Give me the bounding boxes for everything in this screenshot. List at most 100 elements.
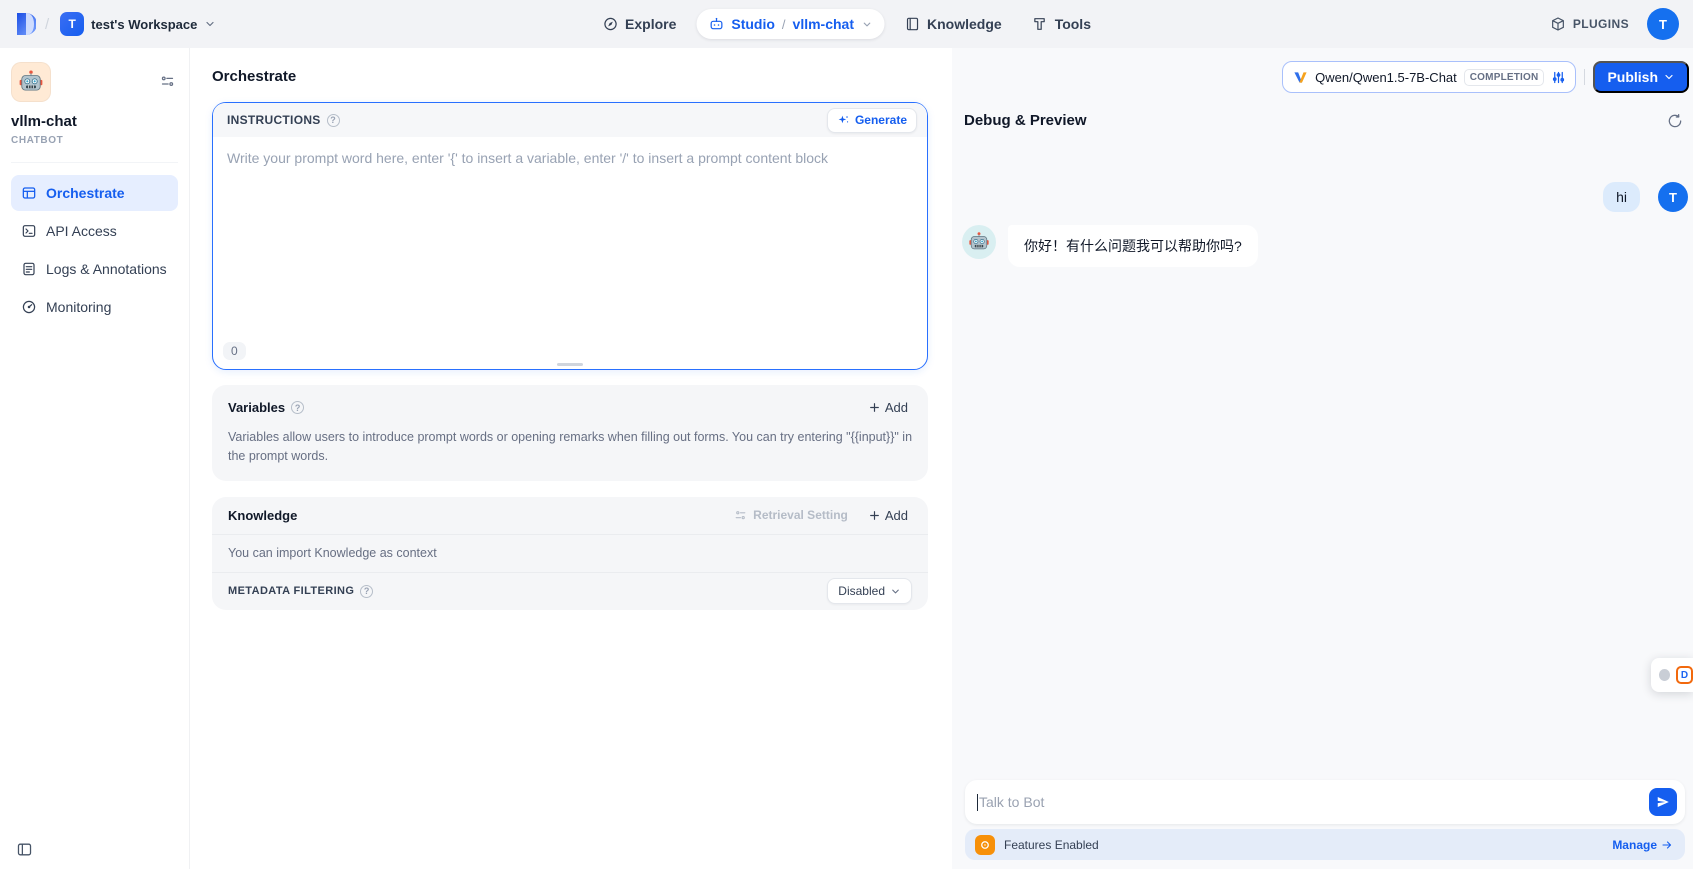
- chevron-down-icon: [204, 18, 216, 30]
- add-knowledge-button[interactable]: Add: [864, 505, 912, 526]
- account-avatar[interactable]: T: [1647, 8, 1679, 40]
- orchestrate-icon: [21, 185, 37, 201]
- chevron-down-icon: [861, 19, 872, 30]
- manage-features-link[interactable]: Manage: [1612, 838, 1673, 852]
- knowledge-description: You can import Knowledge as context: [228, 546, 437, 560]
- plugins-icon: [1550, 16, 1566, 32]
- debug-title: Debug & Preview: [964, 112, 1087, 129]
- arrow-right-icon: [1661, 839, 1673, 851]
- collapse-sidebar-icon[interactable]: [11, 836, 37, 862]
- sparkles-icon: [837, 114, 850, 127]
- app-type-badge: CHATBOT: [11, 135, 178, 146]
- metadata-filtering-title: METADATA FILTERING: [228, 585, 354, 597]
- sidebar-item-monitoring[interactable]: Monitoring: [11, 289, 178, 325]
- nav-studio-current-app[interactable]: Studio / vllm-chat: [696, 9, 884, 39]
- nav-knowledge[interactable]: Knowledge: [894, 9, 1012, 39]
- retrieval-setting-button[interactable]: Retrieval Setting: [734, 508, 848, 522]
- path-separator: /: [45, 16, 49, 33]
- metadata-filtering-value: Disabled: [838, 584, 885, 598]
- prompt-editor-input[interactable]: Write your prompt word here, enter '{' t…: [213, 137, 927, 337]
- instructions-editor: INSTRUCTIONS ? Generate Write your promp…: [212, 102, 928, 370]
- terminal-icon: [21, 223, 37, 239]
- dify-logo: [14, 11, 36, 37]
- nav-studio-label: Studio: [731, 16, 775, 32]
- features-icon: [975, 835, 995, 855]
- app-sidebar: vllm-chat CHATBOT Orchestrate API Access…: [0, 48, 190, 869]
- knowledge-title-wrap: Knowledge: [228, 508, 297, 523]
- knowledge-icon: [904, 16, 920, 32]
- plus-icon: [868, 401, 881, 414]
- user-avatar: T: [1658, 182, 1688, 212]
- chat-input[interactable]: [979, 794, 1649, 810]
- sidebar-item-label: Logs & Annotations: [46, 261, 167, 277]
- retrieval-sliders-icon: [734, 509, 747, 522]
- app-name: vllm-chat: [11, 113, 178, 130]
- knowledge-header: Knowledge Retrieval Setting Add: [212, 497, 928, 534]
- chat-message-user: hi T: [962, 182, 1689, 212]
- instructions-title: INSTRUCTIONS: [227, 113, 321, 127]
- features-bar: Features Enabled Manage: [965, 829, 1685, 860]
- app-operations-icon[interactable]: [160, 74, 175, 89]
- vllm-logo-icon: [1293, 70, 1308, 85]
- nav-tools[interactable]: Tools: [1022, 9, 1101, 39]
- sidebar-item-api-access[interactable]: API Access: [11, 213, 178, 249]
- variables-title-wrap: Variables ?: [228, 400, 304, 415]
- instructions-title-wrap: INSTRUCTIONS ?: [227, 113, 340, 127]
- model-mode-badge: COMPLETION: [1464, 69, 1545, 86]
- add-knowledge-label: Add: [885, 508, 908, 523]
- help-icon: ?: [327, 114, 340, 127]
- add-variable-label: Add: [885, 400, 908, 415]
- sidebar-item-orchestrate[interactable]: Orchestrate: [11, 175, 178, 211]
- chevron-down-icon: [890, 586, 901, 597]
- logs-icon: [21, 261, 37, 277]
- plugins-label: PLUGINS: [1573, 17, 1629, 31]
- resize-handle[interactable]: [557, 363, 583, 366]
- assistant-message-bubble: 你好！有什么问题我可以帮助你吗?: [1008, 225, 1258, 267]
- publish-button[interactable]: Publish: [1593, 61, 1689, 93]
- metadata-filtering-row: METADATA FILTERING ? Disabled: [212, 573, 928, 610]
- bot-avatar: [962, 225, 996, 259]
- publish-label: Publish: [1607, 69, 1658, 85]
- sidebar-nav: Orchestrate API Access Logs & Annotation…: [11, 175, 178, 325]
- workspace-switcher[interactable]: T test's Workspace: [58, 8, 218, 40]
- model-name: Qwen/Qwen1.5-7B-Chat: [1315, 70, 1457, 85]
- gauge-icon: [21, 299, 37, 315]
- char-count-badge: 0: [223, 342, 246, 360]
- help-icon: ?: [360, 585, 373, 598]
- plugins-button[interactable]: PLUGINS: [1550, 16, 1629, 32]
- workspace-avatar: T: [60, 12, 84, 36]
- text-caret: [977, 794, 978, 811]
- variables-header: Variables ? Add: [228, 397, 912, 418]
- nav-knowledge-label: Knowledge: [927, 16, 1002, 32]
- features-enabled-label: Features Enabled: [1004, 838, 1099, 852]
- sidebar-item-label: API Access: [46, 223, 117, 239]
- sidebar-divider: [11, 162, 178, 163]
- sidebar-item-logs-annotations[interactable]: Logs & Annotations: [11, 251, 178, 287]
- sidebar-item-label: Orchestrate: [46, 185, 125, 201]
- metadata-filtering-select[interactable]: Disabled: [827, 578, 912, 604]
- nav-app-name: vllm-chat: [793, 16, 854, 32]
- model-parameters-icon[interactable]: [1551, 70, 1566, 85]
- knowledge-actions: Retrieval Setting Add: [734, 505, 912, 526]
- robot-icon: [708, 16, 724, 32]
- chevron-down-icon: [1663, 71, 1675, 83]
- nav-explore[interactable]: Explore: [592, 9, 686, 39]
- features-bar-left: Features Enabled: [975, 835, 1099, 855]
- generate-button[interactable]: Generate: [827, 108, 917, 133]
- nav-explore-label: Explore: [625, 16, 676, 32]
- variables-description: Variables allow users to introduce promp…: [228, 428, 912, 467]
- model-selector[interactable]: Qwen/Qwen1.5-7B-Chat COMPLETION: [1282, 61, 1576, 93]
- debug-topbar: Qwen/Qwen1.5-7B-Chat COMPLETION Publish: [952, 48, 1693, 98]
- header-left: / T test's Workspace: [14, 8, 218, 40]
- send-button[interactable]: [1649, 788, 1677, 816]
- page-title: Orchestrate: [212, 68, 928, 85]
- app-avatar[interactable]: [11, 62, 51, 102]
- knowledge-section: Knowledge Retrieval Setting Add: [212, 497, 928, 610]
- retrieval-setting-label: Retrieval Setting: [753, 508, 848, 522]
- dify-floating-widget[interactable]: D: [1651, 658, 1693, 692]
- add-variable-button[interactable]: Add: [864, 397, 912, 418]
- tools-icon: [1032, 16, 1048, 32]
- dify-widget-icon: D: [1676, 666, 1693, 684]
- restart-conversation-icon[interactable]: [1667, 113, 1683, 129]
- explore-icon: [602, 16, 618, 32]
